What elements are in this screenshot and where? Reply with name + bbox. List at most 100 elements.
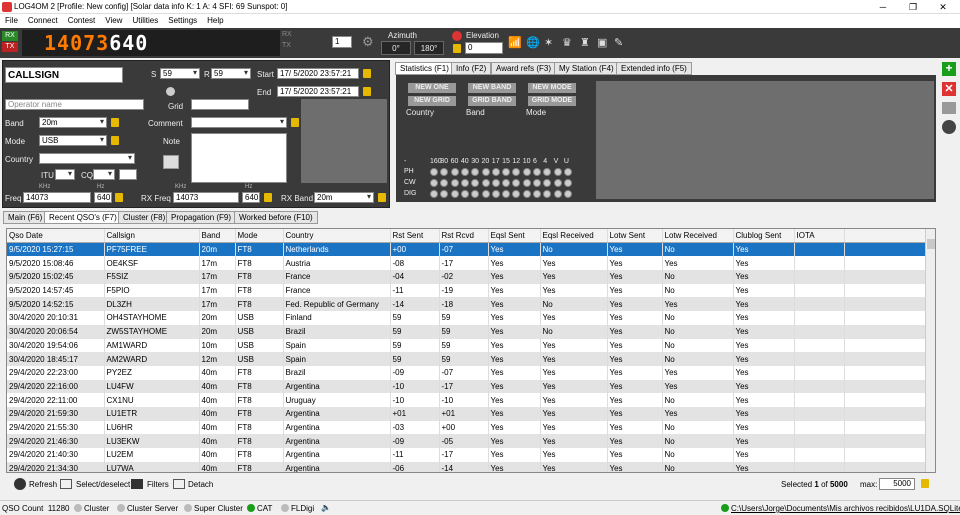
table-row[interactable]: 9/5/2020 14:52:15 DL3ZH 17m FT8 Fed. Republi… [7,297,933,312]
column-header[interactable]: Mode [235,229,284,244]
table-row[interactable]: 29/4/2020 21:55:30 LU6HR 40m FT8 Argentina -0… [7,420,933,435]
scrollbar-thumb[interactable] [927,239,935,249]
copy-icon[interactable] [942,102,956,114]
fldigi-status[interactable]: FLDigi [291,504,314,513]
freq-input[interactable]: 14073 [23,192,91,203]
refresh-button[interactable]: Refresh [29,480,57,489]
menu-settings[interactable]: Settings [163,14,202,27]
column-header[interactable]: Eqsl Sent [488,229,541,244]
note-textarea[interactable] [191,133,287,183]
menu-view[interactable]: View [100,14,127,27]
close-icon[interactable]: ✕ [928,0,958,14]
table-row[interactable]: 9/5/2020 15:02:45 F5SIZ 17m FT8 France -04 -02… [7,270,933,284]
globe-icon[interactable]: 🌐 [526,36,540,49]
grid-input[interactable] [191,99,249,110]
column-header[interactable]: Lotw Sent [607,229,663,244]
select-icon[interactable] [60,479,72,489]
end-time-input[interactable]: 17/ 5/2020 23:57:21 [277,86,359,97]
tab-cluster[interactable]: Cluster (F8) [118,211,171,224]
mode-lock-icon[interactable] [111,136,119,145]
tab-worked-before[interactable]: Worked before (F10) [234,211,318,224]
speaker-icon[interactable]: 🔈 [321,503,331,512]
az-left-button[interactable]: 0° [381,41,411,55]
add-icon[interactable]: + [942,62,956,76]
column-header[interactable]: IOTA [794,229,845,244]
menu-file[interactable]: File [0,14,23,27]
tab-main[interactable]: Main (F6) [3,211,48,224]
callsign-input[interactable]: CALLSIGN [5,67,123,83]
menu-contest[interactable]: Contest [63,14,101,27]
minimize-icon[interactable]: ─ [868,0,898,14]
super-cluster-status[interactable]: Super Cluster [194,504,243,513]
gear-icon[interactable]: ⚙ [362,34,374,50]
cluster-server-status[interactable]: Cluster Server [127,504,178,513]
band-select[interactable]: 20m [39,117,107,128]
cat-status[interactable]: CAT [257,504,272,513]
filter-icon[interactable] [131,479,143,489]
table-row[interactable]: 30/4/2020 18:45:17 AM2WARD 12m USB Spain 59 59… [7,352,933,366]
filters-button[interactable]: Filters [147,480,169,489]
table-row[interactable]: 29/4/2020 21:34:30 LU7WA 40m FT8 Argentina -0… [7,461,933,472]
tab-award-refs[interactable]: Award refs (F3) [491,62,556,75]
lock-icon[interactable] [453,44,461,53]
rxband-select[interactable]: 20m [314,192,374,203]
cq-select[interactable] [93,169,115,180]
column-header[interactable]: Rst Sent [390,229,440,244]
refresh-icon[interactable] [14,478,26,490]
itu-select[interactable] [55,169,75,180]
table-row[interactable]: 30/4/2020 20:06:54 ZW5STAYHOME 20m USB Brazi… [7,324,933,339]
rxfreq-lock-icon[interactable] [264,193,272,202]
tab-statistics[interactable]: Statistics (F1) [395,62,454,75]
notepad-icon[interactable] [163,155,179,169]
table-row[interactable]: 30/4/2020 19:54:06 AM1WARD 10m USB Spain 59 59… [7,338,933,353]
column-header[interactable]: Lotw Received [662,229,734,244]
country-select[interactable] [39,153,135,164]
menu-connect[interactable]: Connect [23,14,63,27]
table-row[interactable]: 29/4/2020 21:40:30 LU2EM 40m FT8 Argentina -1… [7,448,933,462]
column-header[interactable]: Callsign [104,229,200,244]
band-lock-icon[interactable] [111,118,119,127]
menu-utilities[interactable]: Utilities [127,14,163,27]
stop-icon[interactable] [452,31,462,41]
tab-propagation[interactable]: Propagation (F9) [166,211,237,224]
detach-icon[interactable] [173,479,185,489]
table-row[interactable]: 30/4/2020 20:10:31 OH4STAYHOME 20m USB Finla… [7,311,933,325]
start-lock-icon[interactable] [363,69,371,78]
satellite-icon[interactable]: ✶ [544,36,553,49]
tab-recent-qsos[interactable]: Recent QSO's (F7) [44,211,122,224]
database-path[interactable]: C:\Users\Jorge\Documents\Mis archivos re… [731,504,960,513]
table-row[interactable]: 29/4/2020 21:46:30 LU3EKW 40m FT8 Argentina -… [7,434,933,448]
table-row[interactable]: 9/5/2020 14:57:45 F5PIO 17m FT8 France -11 -19… [7,283,933,298]
rxband-lock-icon[interactable] [378,193,386,202]
rxfreq-input[interactable]: 14073 [173,192,239,203]
menu-help[interactable]: Help [202,14,228,27]
extra-field[interactable] [119,169,137,180]
max-input[interactable]: 5000 [879,478,915,490]
freq-hz-input[interactable]: 640 [94,192,112,203]
column-header[interactable]: Clublog Sent [733,229,795,244]
operator-name-input[interactable]: Operator name [5,99,144,110]
rst-rcvd-select[interactable]: 59 [211,68,251,79]
end-lock-icon[interactable] [363,87,371,96]
tab-my-station[interactable]: My Station (F4) [554,62,619,75]
radio-icon[interactable]: ▣ [597,36,607,49]
antenna-icon[interactable]: 📶 [508,36,522,49]
web-icon[interactable] [942,120,956,134]
start-time-input[interactable]: 17/ 5/2020 23:57:21 [277,68,359,79]
table-row[interactable]: 29/4/2020 22:11:00 CX1NU 40m FT8 Uruguay -10-… [7,393,933,407]
freq-lock-icon[interactable] [115,193,123,202]
crown-icon[interactable]: ♛ [562,36,572,49]
slot-spinner[interactable]: 1 [332,36,352,48]
table-row[interactable]: 9/5/2020 15:27:15 PF75FREE 20m FT8 Netherlan… [7,242,933,257]
comment-lock-icon[interactable] [291,118,299,127]
table-row[interactable]: 9/5/2020 15:08:46 OE4KSF 17m FT8 Austria -08-… [7,256,933,271]
max-lock-icon[interactable] [921,479,929,488]
tower-icon[interactable]: ♜ [580,36,590,49]
rst-sent-select[interactable]: 59 [160,68,200,79]
rxfreq-hz-input[interactable]: 640 [242,192,260,203]
column-header[interactable]: Country [283,229,391,244]
elevation-input[interactable]: 0 [465,42,503,54]
column-header[interactable]: Qso Date [7,229,105,244]
maximize-icon[interactable]: ❐ [898,0,928,14]
table-row[interactable]: 29/4/2020 22:16:00 LU4FW 40m FT8 Argentina -1… [7,379,933,394]
